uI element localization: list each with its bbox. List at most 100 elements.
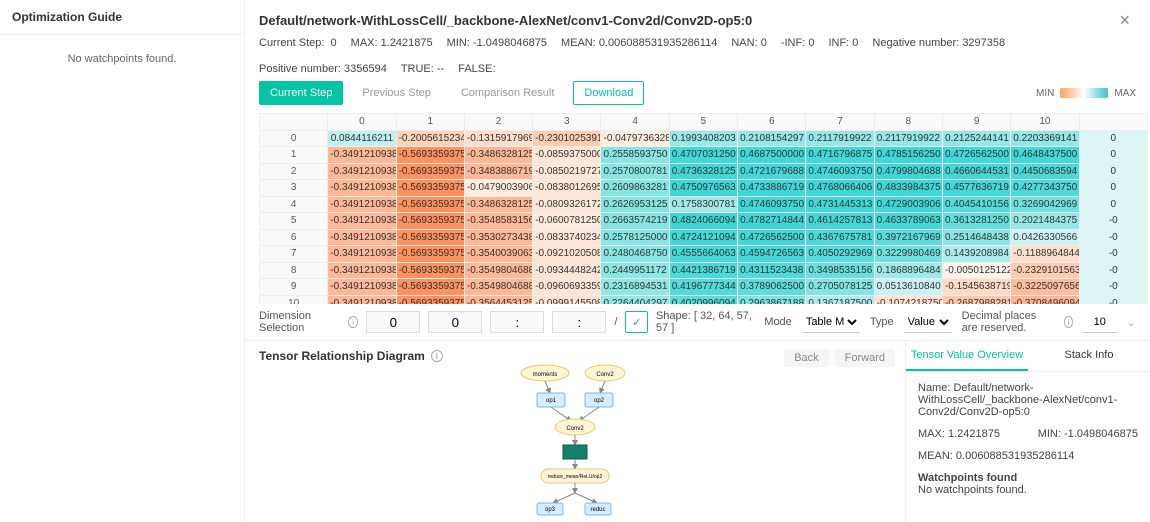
- cell[interactable]: -0.2301025391: [533, 130, 601, 147]
- cell[interactable]: 0.2125244141: [942, 130, 1010, 147]
- cell[interactable]: 0.4726562500: [738, 229, 806, 246]
- cell[interactable]: -0.3491210938: [328, 246, 396, 263]
- tab-stack-info[interactable]: Stack Info: [1028, 341, 1150, 371]
- cell[interactable]: 0.4614257813: [806, 213, 874, 230]
- cell[interactable]: -0.5693359375: [396, 262, 464, 279]
- cell[interactable]: -0.0999145508: [533, 295, 601, 304]
- cell[interactable]: 0.2570800781: [601, 163, 669, 180]
- cell[interactable]: -0.2005615234: [396, 130, 464, 147]
- cell[interactable]: 0.4577636719: [942, 180, 1010, 197]
- cell[interactable]: 0: [1079, 147, 1147, 164]
- cell[interactable]: -0.3491210938: [328, 229, 396, 246]
- cell[interactable]: -0.0850219727: [533, 163, 601, 180]
- cell[interactable]: 0.2705078125: [806, 279, 874, 296]
- cell[interactable]: -0.3225097656: [1011, 279, 1079, 296]
- back-button[interactable]: Back: [784, 349, 828, 367]
- download-button[interactable]: Download: [573, 81, 644, 105]
- cell[interactable]: -0.3491210938: [328, 279, 396, 296]
- cell[interactable]: 0.2558593750: [601, 147, 669, 164]
- cell[interactable]: 0.3269042969: [1011, 196, 1079, 213]
- confirm-dim-button[interactable]: ✓: [625, 311, 648, 333]
- cell[interactable]: 0.4736328125: [669, 163, 737, 180]
- current-step-button[interactable]: Current Step: [259, 81, 343, 105]
- cell[interactable]: -0.5693359375: [396, 246, 464, 263]
- cell[interactable]: -0.3486328125: [464, 147, 532, 164]
- cell[interactable]: 0.2449951172: [601, 262, 669, 279]
- cell[interactable]: 0.4782714844: [738, 213, 806, 230]
- cell[interactable]: -0.0600781250: [533, 213, 601, 230]
- cell[interactable]: 0: [1079, 130, 1147, 147]
- cell[interactable]: 0.2609863281: [601, 180, 669, 197]
- cell[interactable]: -0.0479736328: [601, 130, 669, 147]
- cell[interactable]: -0.3491210938: [328, 196, 396, 213]
- cell[interactable]: 0.4421386719: [669, 262, 737, 279]
- cell[interactable]: 0.4311523438: [738, 262, 806, 279]
- cell[interactable]: 0.4746093750: [738, 196, 806, 213]
- cell[interactable]: -0.0050125122: [942, 262, 1010, 279]
- cell[interactable]: 0.4707031250: [669, 147, 737, 164]
- cell[interactable]: 0.3613281250: [942, 213, 1010, 230]
- cell[interactable]: 0.4768066406: [806, 180, 874, 197]
- cell[interactable]: -0: [1079, 246, 1147, 263]
- cell[interactable]: 0: [1079, 163, 1147, 180]
- cell[interactable]: -0.3530273438: [464, 229, 532, 246]
- cell[interactable]: 0.4555664063: [669, 246, 737, 263]
- cell[interactable]: 0.3498535156: [806, 262, 874, 279]
- cell[interactable]: -0.3564453125: [464, 295, 532, 304]
- cell[interactable]: -0: [1079, 229, 1147, 246]
- cell[interactable]: 0.4050292969: [806, 246, 874, 263]
- dim-input-1[interactable]: [428, 311, 482, 333]
- cell[interactable]: 0.4196777344: [669, 279, 737, 296]
- cell[interactable]: -0.3549804688: [464, 279, 532, 296]
- cell[interactable]: 0.1868896484: [874, 262, 942, 279]
- decimal-input[interactable]: [1083, 311, 1117, 333]
- cell[interactable]: 0.4687500000: [738, 147, 806, 164]
- cell[interactable]: 0.3789062500: [738, 279, 806, 296]
- cell[interactable]: 0.2480468750: [601, 246, 669, 263]
- cell[interactable]: 0.4724121094: [669, 229, 737, 246]
- cell[interactable]: 0.4824066094: [669, 213, 737, 230]
- cell[interactable]: -0.5693359375: [396, 279, 464, 296]
- cell[interactable]: 0.1367187500: [806, 295, 874, 304]
- cell[interactable]: 0.2108154297: [738, 130, 806, 147]
- cell[interactable]: -0.0838012695: [533, 180, 601, 197]
- cell[interactable]: 0.4020996094: [669, 295, 737, 304]
- cell[interactable]: -0.3548583156: [464, 213, 532, 230]
- cell[interactable]: -0.0859375000: [533, 147, 601, 164]
- cell[interactable]: 0.4731445313: [806, 196, 874, 213]
- close-icon[interactable]: ×: [1113, 8, 1136, 33]
- cell[interactable]: 0.2316894531: [601, 279, 669, 296]
- cell[interactable]: -0.3491210938: [328, 180, 396, 197]
- cell[interactable]: -0.3483886719: [464, 163, 532, 180]
- cell[interactable]: 0.0844116211: [328, 130, 396, 147]
- cell[interactable]: -0.5693359375: [396, 163, 464, 180]
- cell[interactable]: 0.2626953125: [601, 196, 669, 213]
- cell[interactable]: 0.0513610840: [874, 279, 942, 296]
- cell[interactable]: 0.2514648438: [942, 229, 1010, 246]
- info-icon[interactable]: i: [1064, 316, 1073, 328]
- cell[interactable]: 0.3229980469: [874, 246, 942, 263]
- cell[interactable]: 0.4648437500: [1011, 147, 1079, 164]
- cell[interactable]: 0.1993408203: [669, 130, 737, 147]
- cell[interactable]: 0.4733886719: [738, 180, 806, 197]
- cell[interactable]: 0.4746093750: [806, 163, 874, 180]
- cell[interactable]: 0: [1079, 180, 1147, 197]
- cell[interactable]: -0.1545638719: [942, 279, 1010, 296]
- dim-input-2[interactable]: [490, 311, 544, 333]
- cell[interactable]: -0.5693359375: [396, 147, 464, 164]
- cell[interactable]: 0: [1079, 196, 1147, 213]
- cell[interactable]: -0.0934448242: [533, 262, 601, 279]
- cell[interactable]: -0.0809326172: [533, 196, 601, 213]
- cell[interactable]: -0.3540039063: [464, 246, 532, 263]
- cell[interactable]: -0.5693359375: [396, 213, 464, 230]
- cell[interactable]: 0.4729003906: [874, 196, 942, 213]
- cell[interactable]: -0.3549804688: [464, 262, 532, 279]
- cell[interactable]: -0.0479003906: [464, 180, 532, 197]
- cell[interactable]: 0.4750976563: [669, 180, 737, 197]
- cell[interactable]: 0.2663574219: [601, 213, 669, 230]
- cell[interactable]: 0.2203369141: [1011, 130, 1079, 147]
- cell[interactable]: 0.4277343750: [1011, 180, 1079, 197]
- dim-input-3[interactable]: [552, 311, 606, 333]
- type-select[interactable]: Value: [904, 311, 952, 333]
- cell[interactable]: 0.4721679688: [738, 163, 806, 180]
